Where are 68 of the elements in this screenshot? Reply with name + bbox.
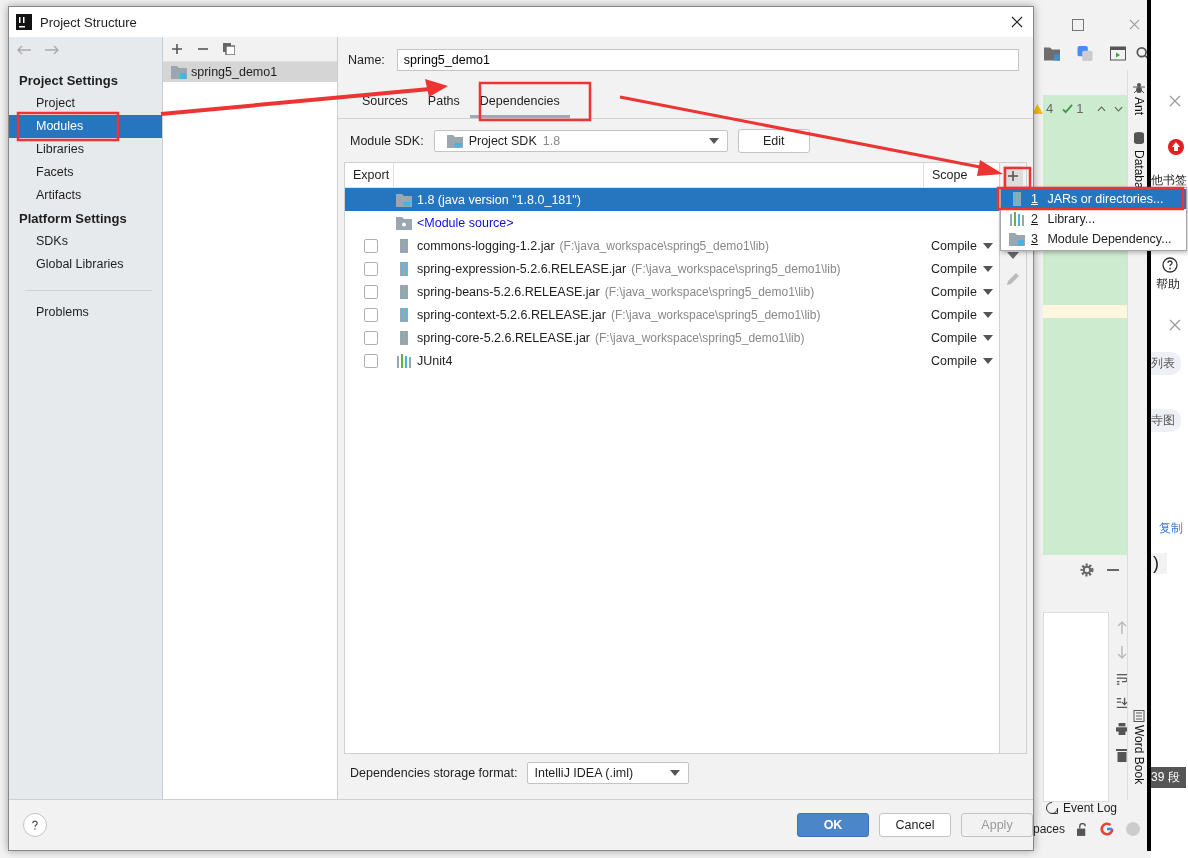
section-heading: Platform Settings (18, 210, 128, 228)
dependency-name: 1.8 (java version "1.8.0_181") (417, 192, 581, 207)
tab[interactable]: Sources (352, 89, 418, 118)
tab[interactable]: Dependencies (469, 89, 570, 118)
dependency-row[interactable]: spring-expression-5.2.6.RELEASE.jar (F:\java_workspace\spring5_demo1\lib) Compile (345, 257, 999, 280)
scope-dropdown[interactable]: Compile (931, 284, 993, 299)
paren-text: ) (1151, 553, 1167, 574)
sidebar-item[interactable]: Global Libraries (9, 253, 162, 276)
name-label: Name: (348, 53, 385, 67)
tool-window-tab[interactable]: Ant (1132, 97, 1146, 115)
sdk-label: Module SDK: (350, 134, 424, 148)
storage-format-dropdown[interactable]: IntelliJ IDEA (.iml) (527, 762, 690, 784)
section-heading: Project Settings (18, 72, 119, 90)
dependency-name: spring-beans-5.2.6.RELEASE.jar (417, 284, 600, 299)
dialog-button[interactable]: OK (797, 813, 869, 837)
sidebar-item[interactable]: Project (9, 92, 162, 115)
dependency-name: spring-expression-5.2.6.RELEASE.jar (417, 261, 627, 276)
module-item[interactable]: spring5_demo1 (163, 62, 337, 82)
sidebar-item[interactable]: Problems (9, 301, 162, 324)
menu-item[interactable]: 2 Library... (1001, 209, 1186, 229)
dependency-name: spring-core-5.2.6.RELEASE.jar (417, 330, 590, 345)
check-count: 1 (1076, 101, 1084, 116)
sidebar-item[interactable]: Modules (9, 115, 162, 138)
scope-dropdown[interactable]: Compile (931, 261, 993, 276)
dependency-path: (F:\java_workspace\spring5_demo1\lib) (559, 238, 769, 253)
window-title: Project Structure (40, 14, 138, 30)
help-label[interactable]: 帮助 (1156, 276, 1180, 293)
chart-chip[interactable]: 寺图 (1151, 409, 1181, 432)
dependency-path: (F:\java_workspace\spring5_demo1\lib) (595, 330, 805, 345)
dependency-row[interactable]: commons-logging-1.2.jar (F:\java_workspace\spring5_demo1\lib) Compile (345, 234, 999, 257)
sdk-dropdown[interactable]: Project SDK 1.8 (433, 130, 728, 152)
dependency-row[interactable]: 1.8 (java version "1.8.0_181") (345, 188, 999, 211)
dependency-row[interactable]: spring-beans-5.2.6.RELEASE.jar (F:\java_workspace\spring5_demo1\lib) Compile (345, 280, 999, 303)
sidebar-item[interactable]: Facets (9, 161, 162, 184)
dependency-row[interactable]: JUnit4 Compile (345, 349, 999, 372)
column-header[interactable]: Export (345, 163, 393, 187)
status-text[interactable]: paces (1033, 822, 1066, 836)
warning-count: 4 (1046, 101, 1054, 116)
sidebar-item[interactable]: SDKs (9, 230, 162, 253)
sidebar-item[interactable]: Artifacts (9, 184, 162, 207)
dependency-path: (F:\java_workspace\spring5_demo1\lib) (611, 307, 821, 322)
dependency-name: spring-context-5.2.6.RELEASE.jar (417, 307, 606, 322)
paragraph-count: 39 段 (1151, 767, 1186, 788)
dependency-name: commons-logging-1.2.jar (417, 238, 555, 253)
scope-dropdown[interactable]: Compile (931, 307, 993, 322)
tab[interactable]: Paths (417, 89, 470, 118)
scope-dropdown[interactable]: Compile (931, 238, 993, 253)
name-field[interactable]: spring5_demo1 (396, 49, 1019, 71)
storage-format-label: Dependencies storage format: (350, 766, 518, 780)
sidebar-item[interactable]: Libraries (9, 138, 162, 161)
copy-link[interactable]: 复制 (1159, 520, 1183, 537)
dependency-row[interactable]: <Module source> (345, 211, 999, 234)
menu-item[interactable]: 3 Module Dependency... (1001, 229, 1186, 249)
dependency-path: (F:\java_workspace\spring5_demo1\lib) (604, 284, 815, 299)
menu-item[interactable]: 1 JARs or directories... (1001, 189, 1186, 209)
dependency-row[interactable]: spring-context-5.2.6.RELEASE.jar (F:\java_workspace\spring5_demo1\lib) Compile (345, 303, 999, 326)
bookmarks-label[interactable]: 他书签 (1151, 172, 1187, 189)
list-chip[interactable]: 列表 (1151, 352, 1181, 375)
dependency-name: <Module source> (417, 215, 514, 230)
edit-button[interactable]: Edit (737, 129, 810, 153)
scope-dropdown[interactable]: Compile (931, 330, 993, 345)
scope-dropdown[interactable]: Compile (931, 353, 993, 368)
dependency-path: (F:\java_workspace\spring5_demo1\lib) (631, 261, 841, 276)
event-log-tab[interactable]: Event Log (1063, 801, 1118, 815)
tool-window-tab[interactable]: Word Book (1132, 725, 1146, 785)
dependency-row[interactable]: spring-core-5.2.6.RELEASE.jar (F:\java_workspace\spring5_demo1\lib) Compile (345, 326, 999, 349)
dialog-button[interactable]: Cancel (879, 813, 951, 837)
dependency-name: JUnit4 (417, 353, 453, 368)
